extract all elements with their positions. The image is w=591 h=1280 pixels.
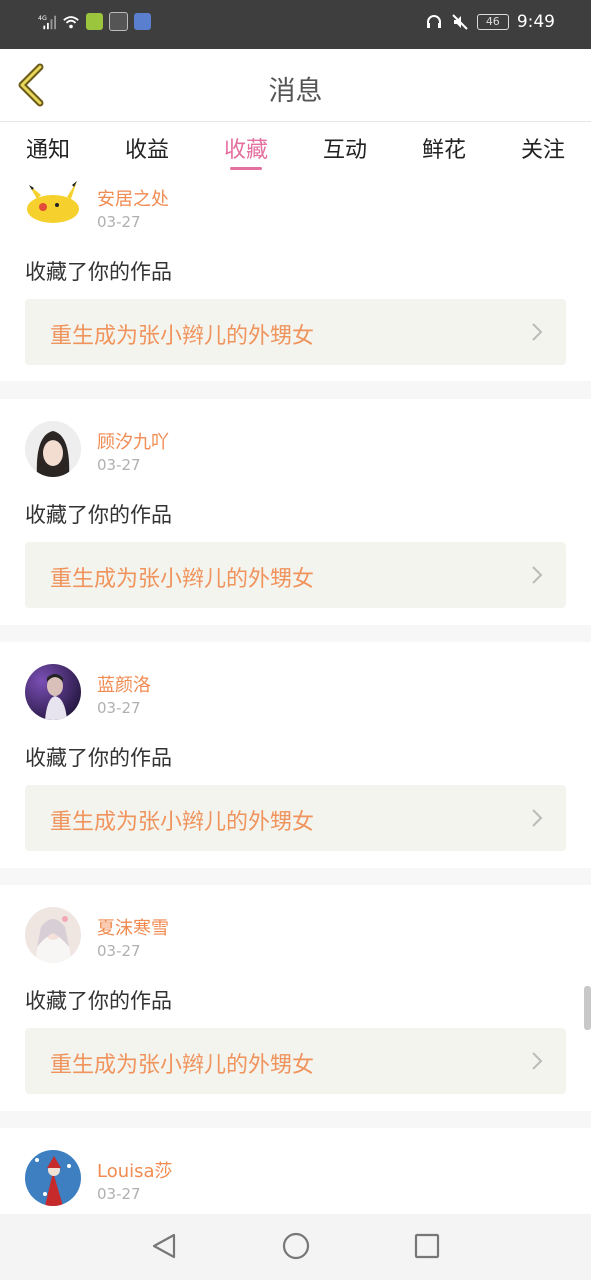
tab-notifications[interactable]: 通知 [18,132,78,164]
work-title: 重生成为张小辫儿的外甥女 [50,810,315,835]
tab-follows[interactable]: 关注 [513,132,573,164]
list-item: Louisa莎 03-27 [0,1128,591,1218]
battery-indicator: 46 [476,14,509,30]
chevron-right-icon [532,1052,543,1070]
mute-icon [452,14,468,30]
app-header: 消息 [0,49,591,122]
chevron-right-icon [532,323,543,341]
wifi-icon [63,15,79,28]
work-title: 重生成为张小辫儿的外甥女 [50,1053,315,1078]
back-triangle-icon[interactable] [150,1231,180,1261]
avatar[interactable] [25,421,81,477]
tab-earnings[interactable]: 收益 [117,132,177,164]
avatar[interactable] [25,173,81,229]
headphone-icon [426,15,441,28]
timestamp: 03-27 [97,942,141,960]
work-title: 重生成为张小辫儿的外甥女 [50,324,315,349]
system-nav-bar [0,1214,591,1280]
tab-favorites[interactable]: 收藏 [216,132,276,164]
timestamp: 03-27 [97,456,141,474]
action-text: 收藏了你的作品 [25,989,172,1013]
username[interactable]: 夏沫寒雪 [97,914,169,940]
work-link[interactable]: 重生成为张小辫儿的外甥女 [25,785,566,851]
list-item: 安居之处 03-27 收藏了你的作品 重生成为张小辫儿的外甥女 [0,178,591,381]
scrollbar[interactable] [584,986,591,1030]
app-notification-icon [109,12,128,31]
username[interactable]: Louisa莎 [97,1157,173,1183]
svg-text:4G: 4G [38,15,47,22]
chevron-right-icon [532,566,543,584]
active-tab-indicator [230,167,262,170]
recents-square-icon[interactable] [412,1231,442,1261]
chevron-right-icon [532,809,543,827]
tab-flowers[interactable]: 鲜花 [414,132,474,164]
username[interactable]: 顾汐九吖 [97,428,169,454]
timestamp: 03-27 [97,213,141,231]
work-link[interactable]: 重生成为张小辫儿的外甥女 [25,1028,566,1094]
username[interactable]: 蓝颜洛 [97,671,151,697]
work-link[interactable]: 重生成为张小辫儿的外甥女 [25,299,566,365]
list-item: 顾汐九吖 03-27 收藏了你的作品 重生成为张小辫儿的外甥女 [0,399,591,625]
work-title: 重生成为张小辫儿的外甥女 [50,567,315,592]
clock: 9:49 [516,12,555,32]
tab-bar: 通知 收益 收藏 互动 鲜花 关注 [0,122,591,178]
list-item: 夏沫寒雪 03-27 收藏了你的作品 重生成为张小辫儿的外甥女 [0,885,591,1111]
status-bar: 4G 46 9:49 [0,0,591,49]
action-text: 收藏了你的作品 [25,746,172,770]
avatar[interactable] [25,1150,81,1206]
app-notification-icon [86,13,103,30]
app-notification-icon [134,13,151,30]
username[interactable]: 安居之处 [97,185,169,211]
signal-icon: 4G [38,15,56,29]
tab-interactions[interactable]: 互动 [315,132,375,164]
avatar[interactable] [25,664,81,720]
work-link[interactable]: 重生成为张小辫儿的外甥女 [25,542,566,608]
avatar[interactable] [25,907,81,963]
action-text: 收藏了你的作品 [25,260,172,284]
action-text: 收藏了你的作品 [25,503,172,527]
home-circle-icon[interactable] [281,1231,311,1261]
page-title: 消息 [268,76,323,107]
timestamp: 03-27 [97,699,141,717]
list-item: 蓝颜洛 03-27 收藏了你的作品 重生成为张小辫儿的外甥女 [0,642,591,868]
timestamp: 03-27 [97,1185,141,1203]
